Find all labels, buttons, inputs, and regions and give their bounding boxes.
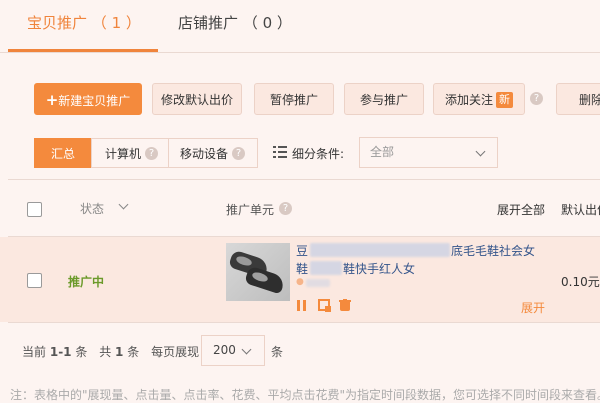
join-promotion-button[interactable]: 参与推广 [344,83,424,115]
expand-link[interactable]: 展开 [521,299,545,316]
pager-current-suffix: 条 [75,345,88,359]
pager-total-prefix: 共 [99,345,112,359]
active-tab-indicator [8,49,158,52]
tab-item-promo[interactable]: 宝贝推广 （ 1 ） [27,12,141,33]
blurred-title-text [310,243,450,257]
delete-button[interactable]: 删除 [556,83,600,115]
segment-label: 计算机 [105,147,142,161]
product-title-end[interactable]: 底毛毛鞋社会女 [451,242,535,259]
tab-label: 店铺推广 [178,14,239,32]
status-dot: ● [296,277,304,287]
unit-header-label: 推广单元 [226,203,275,217]
product-title-start[interactable]: 豆 [296,242,308,259]
chevron-down-icon[interactable] [118,199,129,210]
bid-column-header: 默认出价 [561,203,600,217]
help-icon[interactable]: ? [279,202,292,215]
per-page-value: 200 [213,343,236,357]
expand-all-link[interactable]: 展开全部 [497,201,545,218]
pager-per-page-label: 每页展现 [151,345,200,359]
monitor-icon[interactable] [318,299,331,312]
list-icon [273,146,287,158]
pager-total: 1 [115,345,124,359]
pager-current-range: 1-1 [49,345,72,359]
pager-info: 当前 1-1 条 共 1 条 每页展现 [22,343,199,360]
tab-shop-promo[interactable]: 店铺推广 （ 0 ） [178,12,292,33]
per-page-select[interactable]: 200 [201,335,265,366]
plus-icon: + [45,91,59,109]
pause-icon[interactable] [296,300,308,311]
new-promotion-button[interactable]: +新建宝贝推广 [34,83,142,115]
pager-total-suffix: 条 [127,345,140,359]
unit-column-header: 推广单元 [226,201,274,218]
new-badge: 新 [496,92,513,108]
status-header-label: 状态 [80,202,105,216]
footnote: 注：表格中的"展现量、点击量、点击率、花费、平均点击花费"为指定时间段数据，您可… [10,388,600,402]
tab-count: （ 1 ） [91,14,141,32]
status-text: 推广中 [68,275,105,289]
add-follow-button[interactable]: 添加关注新 [433,83,525,115]
product-title2-end[interactable]: 鞋快手红人女 [343,260,415,277]
segment-summary[interactable]: 汇总 [34,138,92,168]
pager-unit: 条 [271,345,284,359]
product-thumbnail[interactable] [226,243,290,301]
divider [8,179,600,180]
select-all-checkbox[interactable] [27,202,42,217]
modify-default-bid-button[interactable]: 修改默认出价 [152,83,242,115]
tab-count: （ 0 ） [242,14,292,32]
product-title2-start[interactable]: 鞋 [296,260,308,277]
blurred-title-text [310,261,342,275]
pager-current-prefix: 当前 [22,345,47,359]
status-column-header[interactable]: 状态 [80,200,104,217]
new-promotion-label: 新建宝贝推广 [58,94,131,108]
pause-promotion-button[interactable]: 暂停推广 [254,83,334,115]
trash-icon[interactable] [339,299,351,311]
blurred-meta [306,279,330,287]
add-follow-label: 添加关注 [444,93,493,107]
help-icon[interactable]: ? [232,147,245,160]
filter-value: 全部 [370,145,395,159]
row-checkbox[interactable] [27,273,42,288]
help-icon[interactable]: ? [530,92,543,105]
bid-value: 0.10元 [561,275,600,289]
tab-label: 宝贝推广 [27,14,88,32]
help-icon[interactable]: ? [145,147,158,160]
filter-label: 细分条件: [292,147,345,161]
segment-label: 移动设备 [180,147,229,161]
divider [8,322,600,323]
